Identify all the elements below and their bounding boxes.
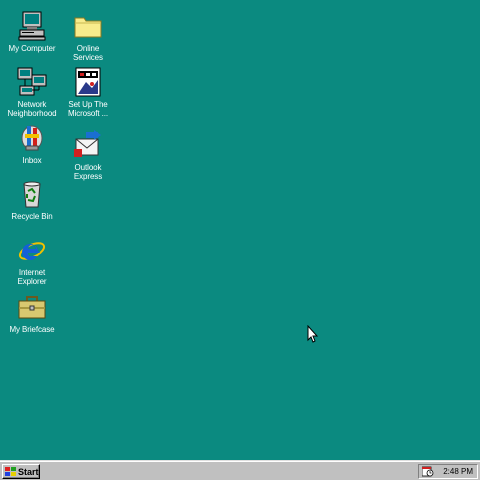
msn-icon <box>75 67 101 97</box>
taskbar: Start 2:48 PM <box>0 460 480 480</box>
desktop[interactable]: My Computer Network Neighborhood Inbox R… <box>0 0 480 460</box>
desktop-icon-online-services[interactable]: Online Services <box>59 10 117 62</box>
windows-logo-icon <box>5 466 16 476</box>
desktop-icon-internet-explorer[interactable]: Internet Explorer <box>3 234 61 286</box>
mouse-pointer-icon <box>307 325 319 343</box>
desktop-icon-label: Inbox <box>22 156 42 165</box>
desktop-icon-label: My Computer <box>8 44 56 53</box>
desktop-icon-label: Recycle Bin <box>11 212 53 221</box>
desktop-icon-label: My Briefcase <box>9 325 55 334</box>
desktop-icon-label: Online Services <box>73 44 103 62</box>
desktop-icon-recycle-bin[interactable]: Recycle Bin <box>3 178 61 221</box>
desktop-icon-set-up-msn[interactable]: Set Up The Microsoft ... <box>59 66 117 118</box>
start-button[interactable]: Start <box>2 464 40 479</box>
recycle-bin-icon <box>23 181 41 208</box>
folder-icon <box>74 17 102 38</box>
desktop-icon-label: Network Neighborhood <box>7 100 57 118</box>
desktop-icon-my-computer[interactable]: My Computer <box>3 10 61 53</box>
system-tray: 2:48 PM <box>418 464 478 479</box>
desktop-icon-my-briefcase[interactable]: My Briefcase <box>3 291 61 334</box>
desktop-icon-label: Outlook Express <box>73 163 103 181</box>
desktop-icon-outlook-express[interactable]: Outlook Express <box>59 129 117 181</box>
task-scheduler-icon[interactable] <box>422 466 434 477</box>
desktop-icon-label: Internet Explorer <box>17 268 47 286</box>
outlook-express-icon <box>74 130 101 157</box>
clock[interactable]: 2:48 PM <box>443 467 473 476</box>
briefcase-icon <box>18 296 46 319</box>
network-icon <box>17 67 47 96</box>
internet-explorer-icon <box>18 242 46 261</box>
inbox-icon <box>21 125 43 151</box>
desktop-icon-inbox[interactable]: Inbox <box>3 122 61 165</box>
start-button-label: Start <box>18 466 39 477</box>
desktop-icon-label: Set Up The Microsoft ... <box>67 100 109 118</box>
computer-icon <box>18 11 46 41</box>
desktop-icon-network-neighborhood[interactable]: Network Neighborhood <box>3 66 61 118</box>
